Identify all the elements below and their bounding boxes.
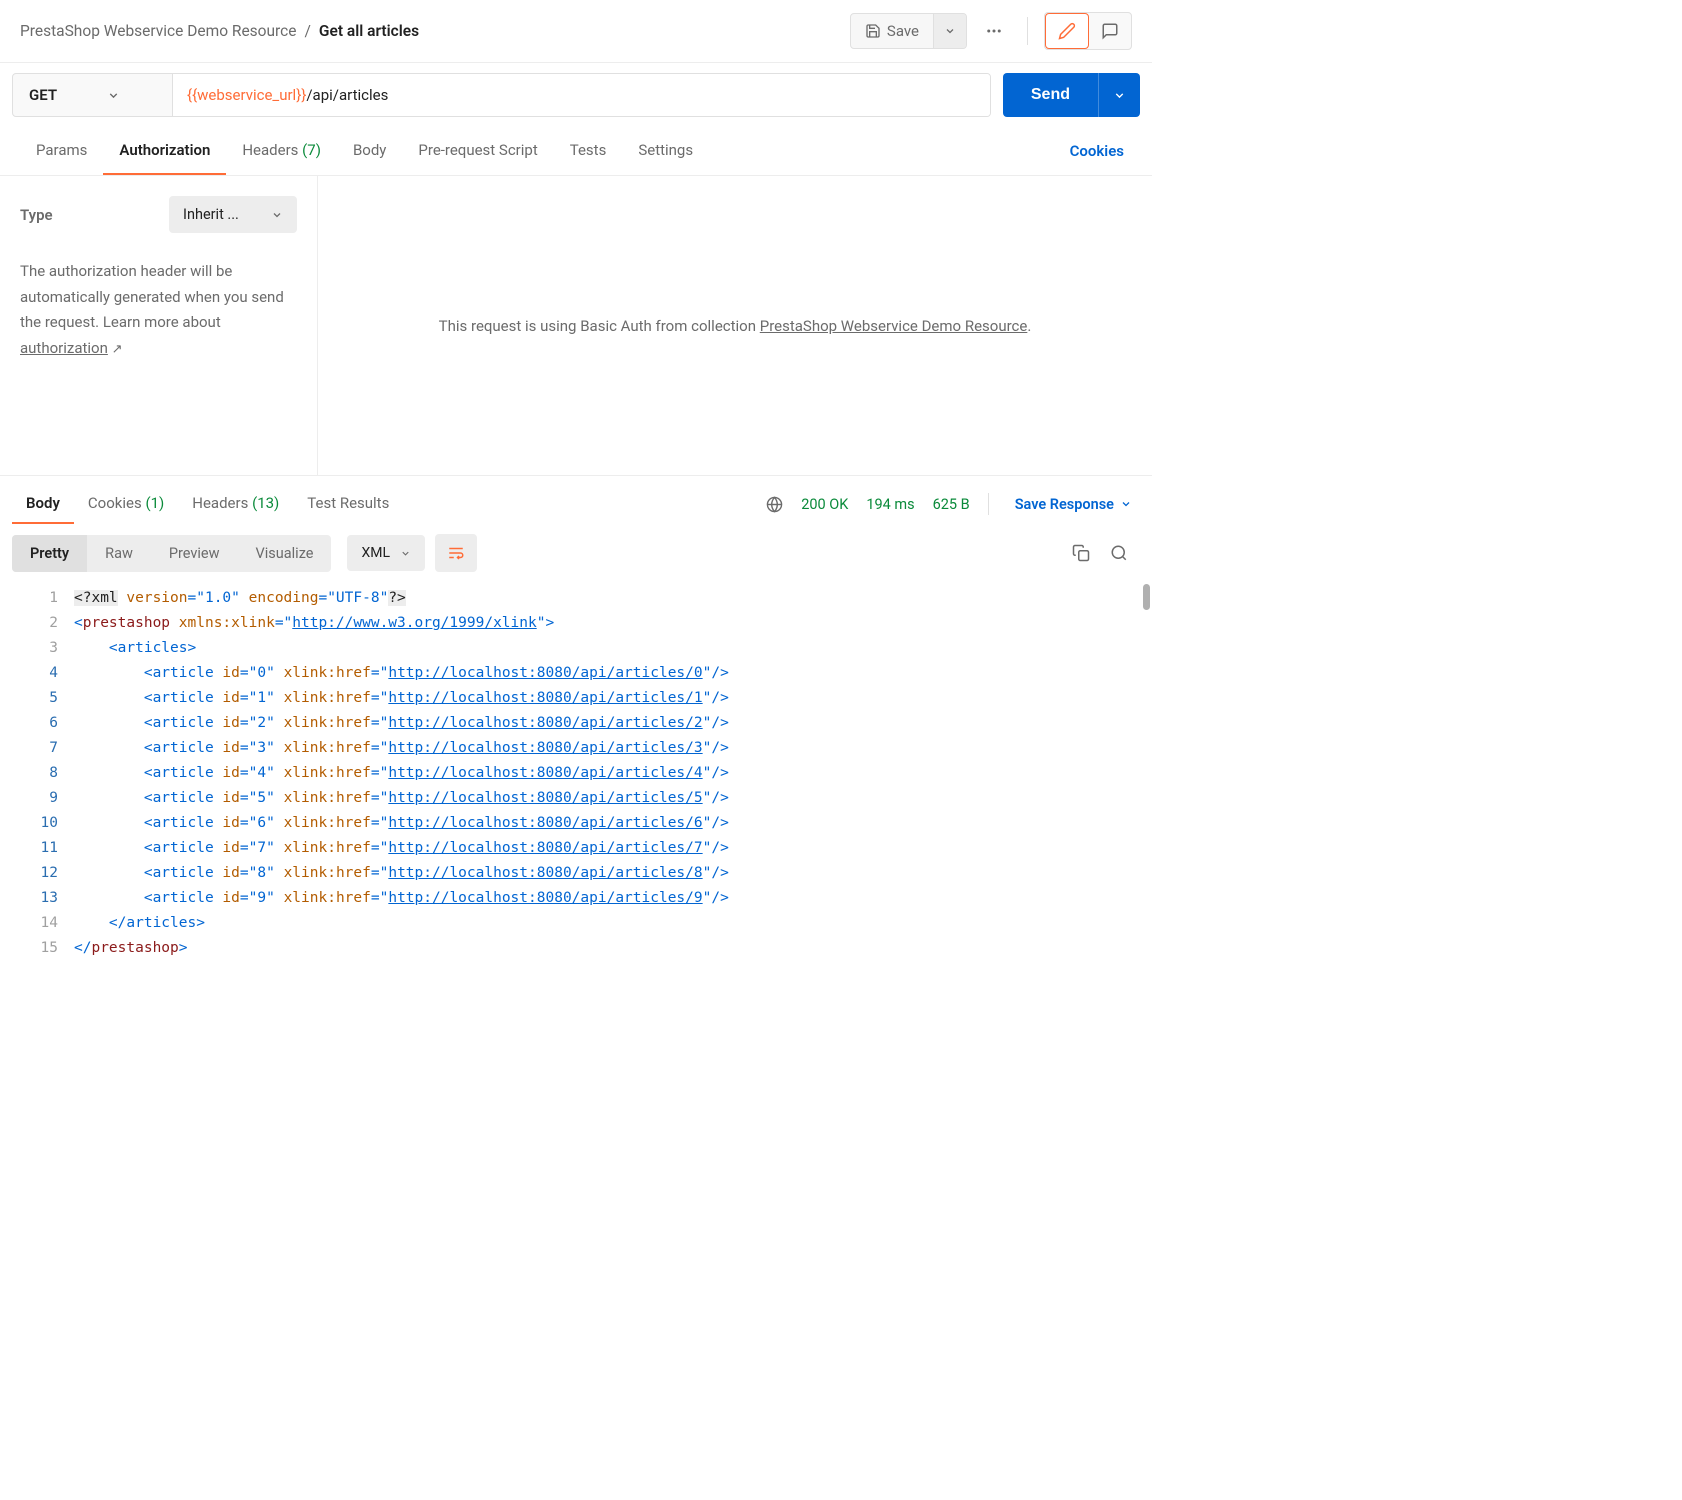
auth-type-label: Type bbox=[20, 206, 53, 224]
resp-tab-body[interactable]: Body bbox=[12, 484, 74, 524]
chevron-down-icon bbox=[1120, 498, 1132, 510]
breadcrumb: PrestaShop Webservice Demo Resource / Ge… bbox=[20, 22, 850, 40]
copy-button[interactable] bbox=[1072, 544, 1090, 562]
chevron-down-icon bbox=[271, 209, 283, 221]
line-gutter: 123456789101112131415 bbox=[0, 586, 74, 961]
divider bbox=[1027, 17, 1028, 45]
auth-left-column: Type Inherit ... The authorization heade… bbox=[0, 176, 318, 475]
comments-button[interactable] bbox=[1089, 13, 1131, 49]
auth-right-column: This request is using Basic Auth from co… bbox=[318, 176, 1152, 475]
save-label: Save bbox=[887, 22, 919, 40]
comment-icon bbox=[1101, 22, 1119, 40]
auth-msg-prefix: This request is using Basic Auth from co… bbox=[439, 317, 760, 335]
chevron-down-icon bbox=[400, 548, 411, 559]
tab-body[interactable]: Body bbox=[337, 127, 402, 175]
divider bbox=[988, 493, 989, 515]
auth-desc-text: The authorization header will be automat… bbox=[20, 262, 284, 331]
resp-cookies-label: Cookies bbox=[88, 494, 142, 512]
breadcrumb-request: Get all articles bbox=[319, 22, 419, 40]
more-actions-button[interactable] bbox=[977, 14, 1011, 48]
resp-cookies-count: (1) bbox=[145, 494, 164, 512]
send-group: Send bbox=[1003, 73, 1140, 117]
tab-authorization[interactable]: Authorization bbox=[103, 127, 226, 175]
auth-type-value: Inherit ... bbox=[183, 206, 239, 223]
http-method-value: GET bbox=[29, 86, 57, 104]
resp-headers-count: (13) bbox=[252, 494, 279, 512]
response-time: 194 ms bbox=[866, 496, 914, 513]
view-raw[interactable]: Raw bbox=[87, 535, 151, 572]
save-response-button[interactable]: Save Response bbox=[1007, 496, 1140, 513]
cookies-link[interactable]: Cookies bbox=[1062, 128, 1132, 174]
view-preview[interactable]: Preview bbox=[151, 535, 238, 572]
resp-tab-cookies[interactable]: Cookies (1) bbox=[74, 484, 178, 524]
auth-msg-suffix: . bbox=[1027, 317, 1031, 335]
save-icon bbox=[865, 23, 881, 39]
code-content[interactable]: <?xml version="1.0" encoding="UTF-8"?> <… bbox=[74, 586, 1152, 961]
response-body[interactable]: 123456789101112131415 <?xml version="1.0… bbox=[0, 582, 1152, 981]
resp-tab-headers[interactable]: Headers (13) bbox=[178, 484, 293, 524]
response-status: 200 OK bbox=[801, 496, 848, 513]
tab-headers-label: Headers bbox=[242, 141, 298, 159]
resp-tab-testresults[interactable]: Test Results bbox=[293, 484, 403, 524]
response-toolbar: Pretty Raw Preview Visualize XML bbox=[0, 524, 1152, 582]
auth-collection-link[interactable]: PrestaShop Webservice Demo Resource bbox=[760, 317, 1028, 335]
external-link-icon: ↗ bbox=[112, 342, 123, 357]
save-dropdown[interactable] bbox=[933, 14, 966, 48]
url-variable: {{webservice_url}} bbox=[187, 86, 306, 104]
breadcrumb-collection[interactable]: PrestaShop Webservice Demo Resource bbox=[20, 22, 297, 40]
request-header: PrestaShop Webservice Demo Resource / Ge… bbox=[0, 0, 1152, 63]
format-value: XML bbox=[361, 545, 390, 561]
search-button[interactable] bbox=[1110, 544, 1128, 562]
send-button[interactable]: Send bbox=[1003, 73, 1098, 117]
tab-params[interactable]: Params bbox=[20, 127, 103, 175]
header-actions: Save bbox=[850, 12, 1132, 50]
tab-tests[interactable]: Tests bbox=[554, 127, 623, 175]
view-pretty[interactable]: Pretty bbox=[12, 535, 87, 572]
save-button[interactable]: Save bbox=[851, 14, 933, 48]
wrap-icon bbox=[447, 544, 465, 562]
request-tabs: Params Authorization Headers (7) Body Pr… bbox=[0, 127, 1152, 176]
auth-inherit-message: This request is using Basic Auth from co… bbox=[439, 317, 1032, 335]
url-path: /api/articles bbox=[306, 86, 388, 104]
save-button-group: Save bbox=[850, 13, 967, 49]
wrap-lines-button[interactable] bbox=[435, 534, 477, 572]
response-header-row: Body Cookies (1) Headers (13) Test Resul… bbox=[0, 476, 1152, 524]
scrollbar[interactable] bbox=[1143, 584, 1150, 610]
toolbar-right bbox=[1072, 544, 1140, 562]
edit-button[interactable] bbox=[1045, 13, 1089, 49]
auth-description: The authorization header will be automat… bbox=[20, 259, 297, 361]
url-input[interactable]: {{webservice_url}}/api/articles bbox=[173, 74, 990, 116]
response-tabs: Body Cookies (1) Headers (13) Test Resul… bbox=[12, 484, 403, 524]
http-method-select[interactable]: GET bbox=[13, 74, 173, 116]
auth-learn-more-link[interactable]: authorization bbox=[20, 339, 108, 357]
tab-prerequest[interactable]: Pre-request Script bbox=[402, 127, 553, 175]
view-mode-group: Pretty Raw Preview Visualize bbox=[12, 535, 331, 572]
resp-headers-label: Headers bbox=[192, 494, 248, 512]
send-dropdown[interactable] bbox=[1098, 73, 1140, 117]
chevron-down-icon bbox=[1113, 89, 1126, 102]
view-visualize[interactable]: Visualize bbox=[238, 535, 332, 572]
globe-icon bbox=[766, 496, 783, 513]
chevron-down-icon bbox=[107, 89, 120, 102]
chevron-down-icon bbox=[944, 25, 956, 37]
save-response-label: Save Response bbox=[1015, 496, 1114, 513]
tab-settings[interactable]: Settings bbox=[622, 127, 709, 175]
tab-headers[interactable]: Headers (7) bbox=[226, 127, 337, 175]
network-icon[interactable] bbox=[766, 496, 783, 513]
right-icon-group bbox=[1044, 12, 1132, 50]
search-icon bbox=[1110, 544, 1128, 562]
request-row: GET {{webservice_url}}/api/articles Send bbox=[0, 63, 1152, 127]
format-select[interactable]: XML bbox=[347, 535, 425, 571]
auth-type-row: Type Inherit ... bbox=[20, 196, 297, 233]
pencil-icon bbox=[1058, 22, 1076, 40]
response-size: 625 B bbox=[933, 496, 970, 513]
tab-headers-count: (7) bbox=[302, 141, 321, 159]
response-meta: 200 OK 194 ms 625 B Save Response bbox=[766, 493, 1140, 515]
auth-type-select[interactable]: Inherit ... bbox=[169, 196, 297, 233]
authorization-panel: Type Inherit ... The authorization heade… bbox=[0, 176, 1152, 476]
copy-icon bbox=[1072, 544, 1090, 562]
breadcrumb-separator: / bbox=[305, 22, 311, 40]
method-url-group: GET {{webservice_url}}/api/articles bbox=[12, 73, 991, 117]
more-horizontal-icon bbox=[985, 22, 1003, 40]
